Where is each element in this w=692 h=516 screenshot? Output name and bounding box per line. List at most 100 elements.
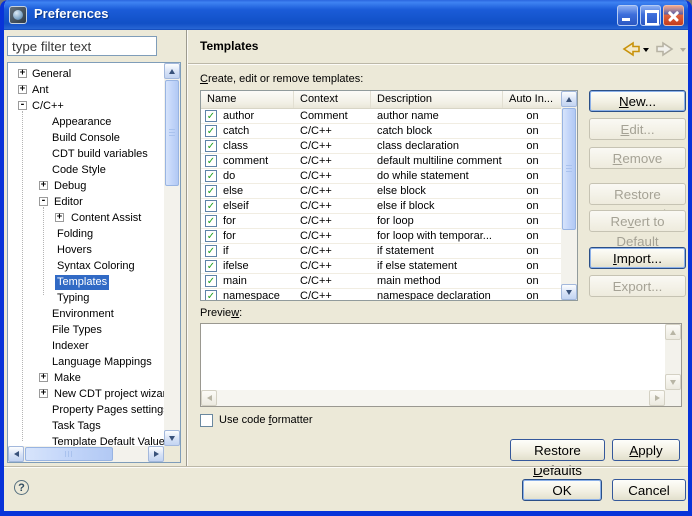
- column-header-context[interactable]: Context: [294, 91, 371, 108]
- restore-removed-button[interactable]: Restore Removed: [589, 183, 686, 205]
- remove-button[interactable]: Remove: [589, 147, 686, 169]
- template-name-cell: namespace: [223, 289, 294, 300]
- tree-items: +General+Ant-C/C++AppearanceBuild Consol…: [8, 63, 164, 446]
- ok-button[interactable]: OK: [522, 479, 602, 501]
- scroll-down-arrow[interactable]: [164, 430, 180, 446]
- column-header-name[interactable]: Name: [201, 91, 294, 108]
- template-row-namespace[interactable]: ✓namespaceC/C++namespace declarationon: [201, 289, 561, 300]
- template-row-for[interactable]: ✓forC/C++for loopon: [201, 214, 561, 229]
- preview-pane[interactable]: [200, 323, 682, 407]
- column-header-description[interactable]: Description: [371, 91, 503, 108]
- expander-plus-icon[interactable]: +: [18, 85, 27, 94]
- table-scroll-thumb[interactable]: [562, 108, 576, 230]
- template-autoinsert-cell: on: [503, 259, 561, 273]
- scroll-right-arrow[interactable]: [148, 446, 164, 462]
- scroll-down-arrow[interactable]: [561, 284, 577, 300]
- template-enabled-checkbox[interactable]: ✓: [205, 140, 217, 152]
- template-name-cell: main: [223, 274, 294, 288]
- tree-item-label: Templates: [55, 275, 109, 290]
- template-row-ifelse[interactable]: ✓ifelseC/C++if else statementon: [201, 259, 561, 274]
- cancel-button[interactable]: Cancel: [612, 479, 686, 501]
- column-header-autoin[interactable]: Auto In...: [503, 91, 562, 108]
- filter-input[interactable]: [7, 36, 157, 56]
- preview-vertical-scrollbar[interactable]: [665, 324, 681, 390]
- new-button[interactable]: New...: [589, 90, 686, 112]
- forward-dropdown-icon[interactable]: [680, 48, 686, 52]
- template-row-do[interactable]: ✓doC/C++do while statementon: [201, 169, 561, 184]
- tree-vertical-scrollbar[interactable]: [164, 63, 180, 446]
- template-enabled-checkbox[interactable]: ✓: [205, 155, 217, 167]
- scroll-left-arrow[interactable]: [201, 390, 217, 406]
- tree-horizontal-scrollbar[interactable]: [8, 446, 164, 462]
- expander-plus-icon[interactable]: +: [18, 69, 27, 78]
- import-button[interactable]: Import...: [589, 247, 686, 269]
- expander-plus-icon[interactable]: +: [39, 373, 48, 382]
- template-row-if[interactable]: ✓ifC/C++if statementon: [201, 244, 561, 259]
- panel-divider[interactable]: [186, 30, 187, 466]
- close-button[interactable]: [663, 5, 684, 26]
- template-enabled-checkbox[interactable]: ✓: [205, 245, 217, 257]
- scroll-up-arrow[interactable]: [164, 63, 180, 79]
- template-description-cell: main method: [377, 274, 503, 288]
- template-autoinsert-cell: on: [503, 289, 561, 300]
- expander-minus-icon[interactable]: -: [39, 197, 48, 206]
- template-enabled-checkbox[interactable]: ✓: [205, 125, 217, 137]
- template-row-catch[interactable]: ✓catchC/C++catch blockon: [201, 124, 561, 139]
- scroll-down-arrow[interactable]: [665, 374, 681, 390]
- up-arrow-icon: [566, 97, 572, 102]
- table-vertical-scrollbar[interactable]: [561, 91, 577, 300]
- expander-plus-icon[interactable]: +: [55, 213, 64, 222]
- back-arrow-icon[interactable]: [620, 41, 640, 57]
- tree-item-label: Code Style: [50, 163, 108, 178]
- use-code-formatter-checkbox[interactable]: [200, 414, 213, 427]
- expander-plus-icon[interactable]: +: [39, 389, 48, 398]
- maximize-button[interactable]: [640, 5, 661, 26]
- preview-label: Preview:: [200, 307, 242, 319]
- titlebar[interactable]: Preferences: [0, 0, 692, 30]
- template-autoinsert-cell: on: [503, 169, 561, 183]
- template-autoinsert-cell: on: [503, 199, 561, 213]
- scroll-left-arrow[interactable]: [8, 446, 24, 462]
- expander-minus-icon[interactable]: -: [18, 101, 27, 110]
- template-enabled-checkbox[interactable]: ✓: [205, 275, 217, 287]
- template-row-comment[interactable]: ✓commentC/C++default multiline commenton: [201, 154, 561, 169]
- tree-hscroll-thumb[interactable]: [25, 447, 113, 461]
- restore-defaults-button[interactable]: Restore Defaults: [510, 439, 605, 461]
- preview-horizontal-scrollbar[interactable]: [201, 390, 665, 406]
- template-row-class[interactable]: ✓classC/C++class declarationon: [201, 139, 561, 154]
- template-context-cell: C/C++: [300, 184, 371, 198]
- revert-to-default-button[interactable]: Revert to Default: [589, 210, 686, 232]
- forward-arrow-icon[interactable]: [656, 41, 676, 57]
- help-icon[interactable]: ?: [14, 480, 29, 495]
- scroll-right-arrow[interactable]: [649, 390, 665, 406]
- template-autoinsert-cell: on: [503, 229, 561, 243]
- template-enabled-checkbox[interactable]: ✓: [205, 215, 217, 227]
- template-row-else[interactable]: ✓elseC/C++else blockon: [201, 184, 561, 199]
- footer-separator: [4, 466, 688, 468]
- tree-scroll-thumb[interactable]: [165, 80, 179, 186]
- template-row-author[interactable]: ✓authorCommentauthor nameon: [201, 109, 561, 124]
- scroll-up-arrow[interactable]: [665, 324, 681, 340]
- template-enabled-checkbox[interactable]: ✓: [205, 230, 217, 242]
- export-button[interactable]: Export...: [589, 275, 686, 297]
- apply-button[interactable]: Apply: [612, 439, 680, 461]
- template-description-cell: author name: [377, 109, 503, 123]
- edit-button[interactable]: Edit...: [589, 118, 686, 140]
- template-row-elseif[interactable]: ✓elseifC/C++else if blockon: [201, 199, 561, 214]
- scroll-up-arrow[interactable]: [561, 91, 577, 107]
- expander-plus-icon[interactable]: +: [39, 181, 48, 190]
- tree-item-label: File Types: [50, 323, 104, 338]
- history-nav: [620, 41, 686, 59]
- template-enabled-checkbox[interactable]: ✓: [205, 170, 217, 182]
- template-row-for[interactable]: ✓forC/C++for loop with temporar...on: [201, 229, 561, 244]
- template-name-cell: elseif: [223, 199, 294, 213]
- minimize-button[interactable]: [617, 5, 638, 26]
- back-dropdown-icon[interactable]: [643, 48, 649, 52]
- template-enabled-checkbox[interactable]: ✓: [205, 260, 217, 272]
- up-arrow-icon: [169, 69, 175, 74]
- template-enabled-checkbox[interactable]: ✓: [205, 185, 217, 197]
- template-enabled-checkbox[interactable]: ✓: [205, 200, 217, 212]
- template-enabled-checkbox[interactable]: ✓: [205, 290, 217, 300]
- template-enabled-checkbox[interactable]: ✓: [205, 110, 217, 122]
- template-row-main[interactable]: ✓mainC/C++main methodon: [201, 274, 561, 289]
